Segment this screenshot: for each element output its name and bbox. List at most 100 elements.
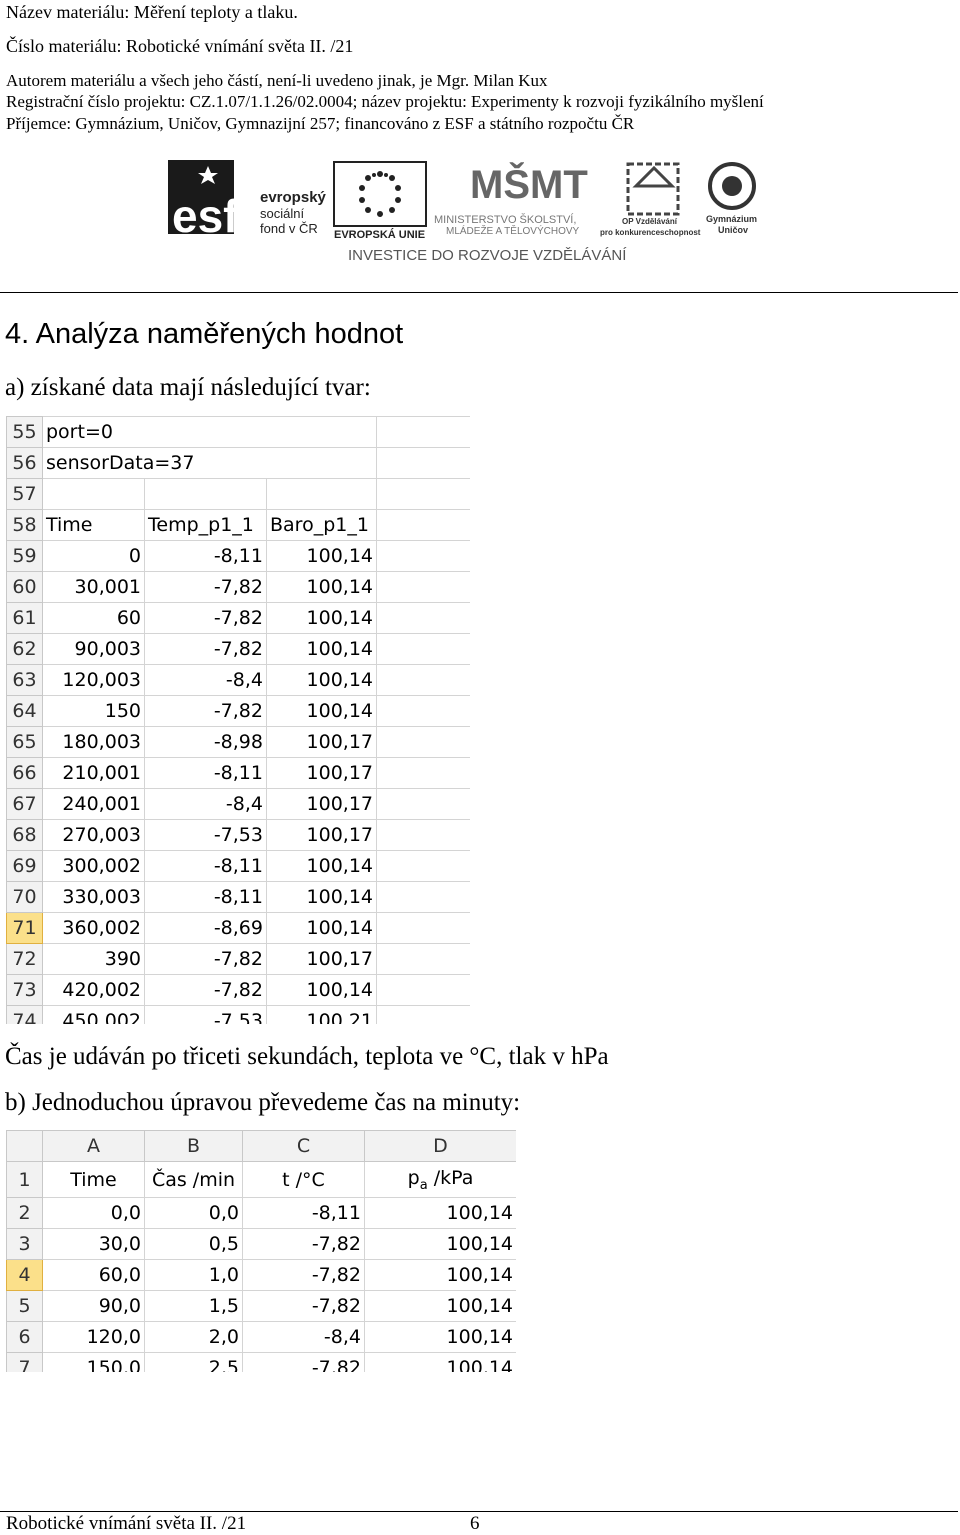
cell[interactable]: 360,002 <box>42 912 145 944</box>
cell[interactable]: -8,4 <box>144 664 267 696</box>
cell[interactable]: 100,14 <box>266 602 377 634</box>
cell[interactable]: 0,0 <box>42 1197 145 1229</box>
cell[interactable]: -7,82 <box>242 1290 365 1322</box>
cell[interactable]: -7,82 <box>242 1259 365 1291</box>
row-header[interactable]: 5 <box>6 1290 43 1322</box>
cell[interactable]: 450,002 <box>42 1005 145 1024</box>
cell[interactable]: Baro_p1_1 <box>266 509 377 541</box>
cell[interactable]: 100,17 <box>266 943 377 975</box>
row-header[interactable]: 68 <box>6 819 43 851</box>
cell[interactable] <box>376 695 470 727</box>
cell[interactable] <box>376 416 470 448</box>
cell[interactable]: -7,82 <box>144 695 267 727</box>
cell[interactable]: 100,14 <box>266 664 377 696</box>
row-header[interactable]: 2 <box>6 1197 43 1229</box>
cell[interactable]: 90,003 <box>42 633 145 665</box>
row-header[interactable]: 3 <box>6 1228 43 1260</box>
cell[interactable]: 100,17 <box>266 757 377 789</box>
cell[interactable] <box>376 602 470 634</box>
row-header[interactable]: 6 <box>6 1321 43 1353</box>
cell[interactable]: 0,5 <box>144 1228 243 1260</box>
cell[interactable]: 420,002 <box>42 974 145 1006</box>
row-header[interactable]: 72 <box>6 943 43 975</box>
cell[interactable]: 210,001 <box>42 757 145 789</box>
cell[interactable] <box>376 819 470 851</box>
cell[interactable]: 100,14 <box>266 881 377 913</box>
cell[interactable]: 100,14 <box>266 850 377 882</box>
cell[interactable]: -7,82 <box>144 943 267 975</box>
column-header-c[interactable]: C <box>242 1130 365 1162</box>
cell[interactable]: -7,82 <box>144 633 267 665</box>
cell[interactable]: sensorData=37 <box>42 447 377 479</box>
cell[interactable]: 100,14 <box>266 540 377 572</box>
cell[interactable]: 100,14 <box>266 974 377 1006</box>
cell[interactable]: 270,003 <box>42 819 145 851</box>
cell[interactable]: 0,0 <box>144 1197 243 1229</box>
cell[interactable]: 100,14 <box>364 1290 516 1322</box>
row-header[interactable]: 1 <box>6 1161 43 1198</box>
cell[interactable]: 60,0 <box>42 1259 145 1291</box>
converted-data-spreadsheet[interactable]: A B C D 1 Time Čas /min t /°C pa /kPa 20… <box>6 1130 516 1372</box>
column-header-d[interactable]: D <box>364 1130 516 1162</box>
row-header[interactable]: 55 <box>6 416 43 448</box>
cell[interactable]: -8,11 <box>144 757 267 789</box>
cell[interactable] <box>376 509 470 541</box>
cell[interactable]: 100,17 <box>266 788 377 820</box>
row-header[interactable]: 63 <box>6 664 43 696</box>
cell[interactable]: -8,98 <box>144 726 267 758</box>
row-header[interactable]: 74 <box>6 1005 43 1024</box>
cell[interactable]: -8,11 <box>144 881 267 913</box>
row-header[interactable]: 65 <box>6 726 43 758</box>
cell[interactable]: 150 <box>42 695 145 727</box>
cell[interactable]: -8,11 <box>144 540 267 572</box>
cell[interactable] <box>376 571 470 603</box>
header-cell-time[interactable]: Time <box>42 1161 145 1198</box>
cell[interactable]: 100,14 <box>266 695 377 727</box>
cell[interactable]: -8,11 <box>144 850 267 882</box>
cell[interactable]: -7,82 <box>144 602 267 634</box>
cell[interactable]: Time <box>42 509 145 541</box>
cell[interactable] <box>266 478 377 510</box>
cell[interactable]: 330,003 <box>42 881 145 913</box>
column-header-a[interactable]: A <box>42 1130 145 1162</box>
cell[interactable] <box>376 726 470 758</box>
cell[interactable] <box>144 478 267 510</box>
cell[interactable] <box>376 788 470 820</box>
row-header[interactable]: 58 <box>6 509 43 541</box>
cell[interactable] <box>376 757 470 789</box>
cell[interactable]: -7,53 <box>144 1005 267 1024</box>
cell[interactable]: -7,82 <box>242 1228 365 1260</box>
row-header[interactable]: 69 <box>6 850 43 882</box>
cell[interactable]: 30,0 <box>42 1228 145 1260</box>
cell[interactable]: 100,14 <box>266 912 377 944</box>
column-header-b[interactable]: B <box>144 1130 243 1162</box>
cell[interactable]: 1,0 <box>144 1259 243 1291</box>
cell[interactable]: 100,21 <box>266 1005 377 1024</box>
cell[interactable]: -8,4 <box>144 788 267 820</box>
row-header[interactable]: 62 <box>6 633 43 665</box>
cell[interactable]: port=0 <box>42 416 377 448</box>
cell[interactable]: 90,0 <box>42 1290 145 1322</box>
row-header[interactable]: 57 <box>6 478 43 510</box>
cell[interactable]: 150,0 <box>42 1352 145 1372</box>
sheet-corner[interactable] <box>6 1130 43 1162</box>
cell[interactable]: 180,003 <box>42 726 145 758</box>
cell[interactable]: 100,14 <box>364 1259 516 1291</box>
cell[interactable] <box>376 633 470 665</box>
cell[interactable]: -7,82 <box>144 974 267 1006</box>
cell[interactable]: 30,001 <box>42 571 145 603</box>
cell[interactable] <box>376 447 470 479</box>
row-header[interactable]: 66 <box>6 757 43 789</box>
cell[interactable] <box>376 943 470 975</box>
row-header[interactable]: 73 <box>6 974 43 1006</box>
cell[interactable]: 300,002 <box>42 850 145 882</box>
row-header[interactable]: 59 <box>6 540 43 572</box>
cell[interactable] <box>376 1005 470 1024</box>
row-header[interactable]: 4 <box>6 1259 43 1291</box>
cell[interactable]: -7,82 <box>242 1352 365 1372</box>
cell[interactable] <box>376 974 470 1006</box>
cell[interactable]: -8,4 <box>242 1321 365 1353</box>
cell[interactable]: 100,14 <box>266 571 377 603</box>
row-header[interactable]: 61 <box>6 602 43 634</box>
cell[interactable]: 120,003 <box>42 664 145 696</box>
